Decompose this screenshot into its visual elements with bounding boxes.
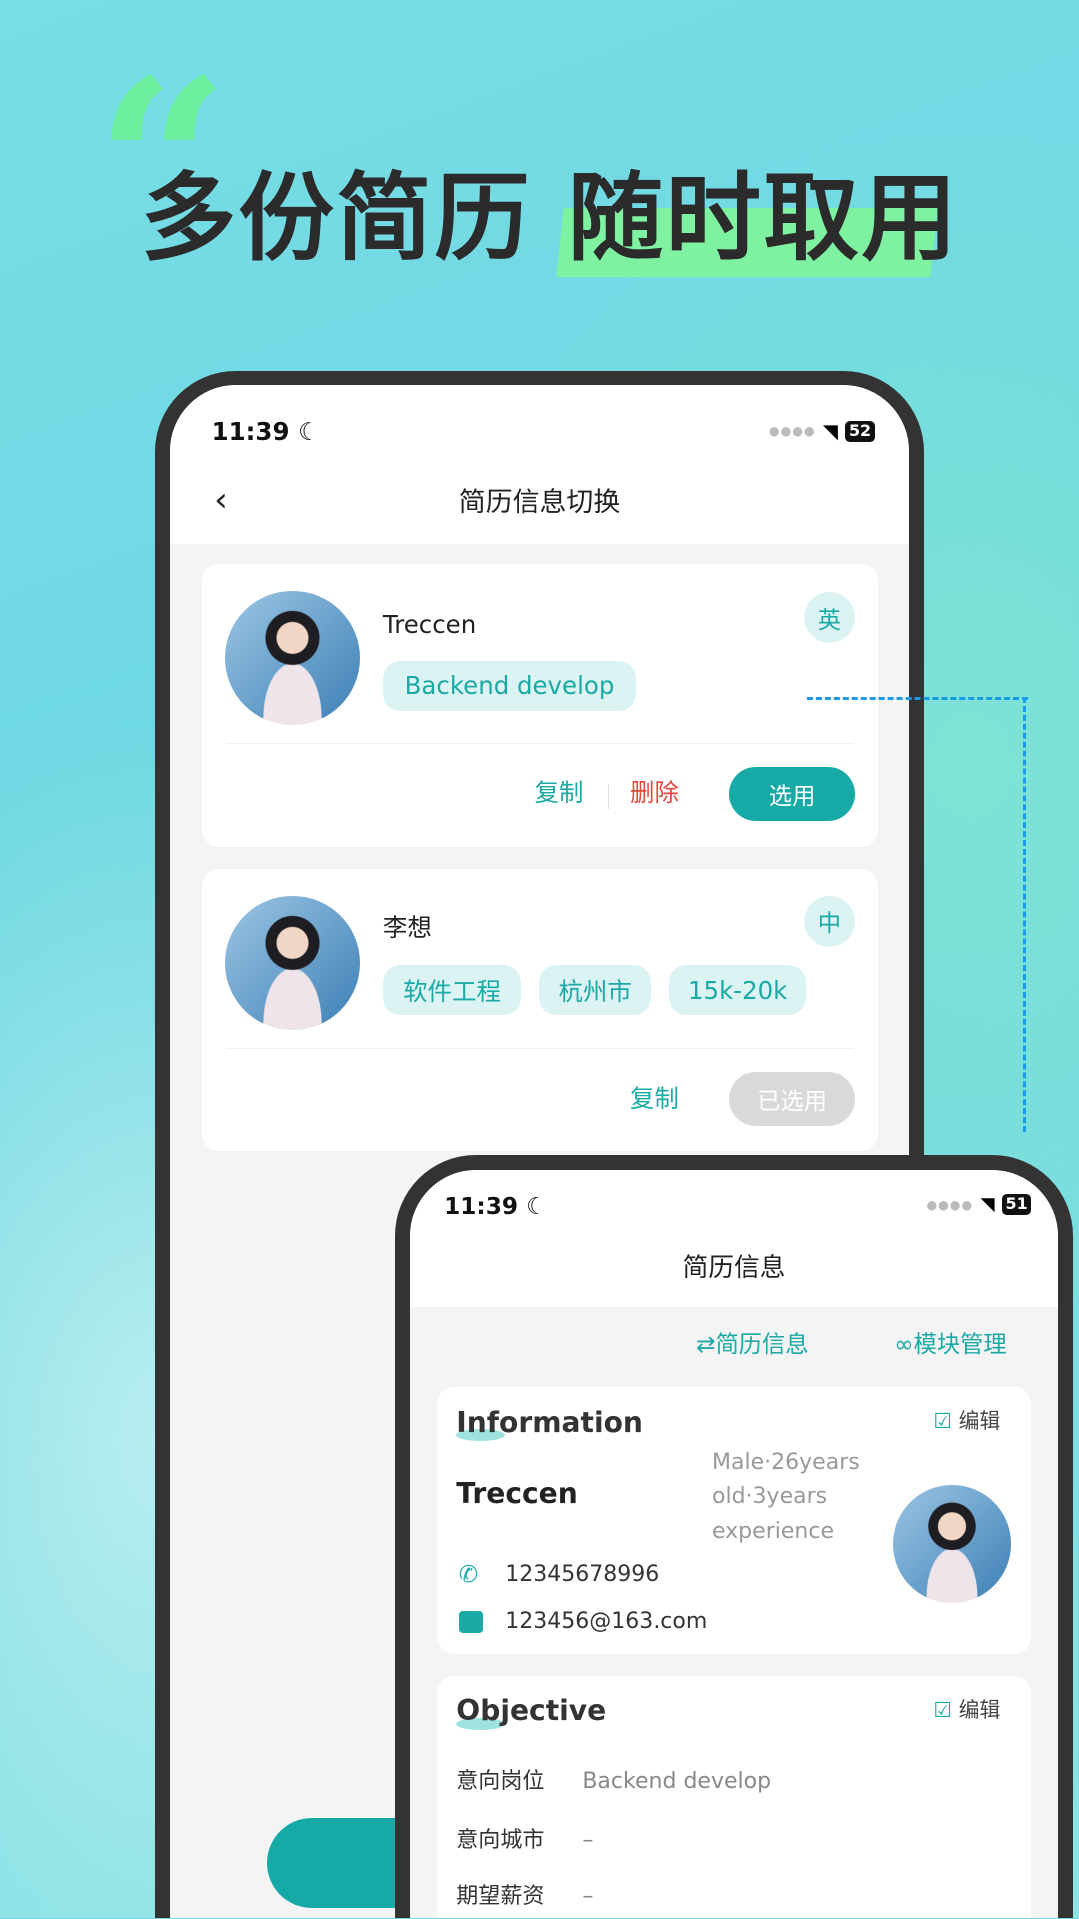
status-time: 11:39 ☾	[212, 417, 320, 446]
resume-name: Treccen	[382, 610, 477, 640]
avatar	[893, 1485, 1011, 1603]
language-badge: 中	[803, 895, 856, 947]
battery-icon: 51	[1001, 1194, 1032, 1215]
time-text: 11:39	[444, 1192, 519, 1220]
edit-button[interactable]: ☑ 编辑	[933, 1698, 1000, 1723]
meta-line: experience	[711, 1518, 835, 1544]
divider	[226, 742, 854, 744]
field-value: –	[582, 1827, 594, 1853]
edit-icon: ☑	[933, 1409, 953, 1434]
page-title: 简历信息	[682, 1252, 786, 1283]
resume-info-link[interactable]: ⇄简历信息	[696, 1331, 808, 1359]
avatar	[225, 590, 360, 726]
module-manage-link[interactable]: ∞模块管理	[894, 1331, 1006, 1359]
candidate-meta: Male·26years old·3years experience	[712, 1446, 860, 1549]
time-text: 11:39	[211, 417, 290, 447]
resume-name: 李想	[382, 912, 432, 942]
section-heading: Objective	[456, 1694, 607, 1728]
phone-icon: ✆	[458, 1561, 479, 1589]
field-label: 期望薪资	[456, 1884, 545, 1909]
headline: 多份简历 随时取用	[141, 161, 960, 276]
edit-button[interactable]: ☑ 编辑	[933, 1409, 1000, 1434]
edit-label: 编辑	[958, 1409, 1001, 1434]
module-manage-label: 模块管理	[913, 1331, 1007, 1359]
meta-line: Male·26years	[711, 1450, 860, 1476]
screen: 11:39 ☾ ●●●● ◥ 51 简历信息 ⇄简历信息 ∞模块管理 Informa…	[409, 1169, 1059, 1919]
copy-button[interactable]: 复制	[630, 1084, 679, 1113]
candidate-name: Treccen	[456, 1476, 578, 1510]
language-badge: 英	[803, 592, 856, 644]
tag: Backend develop	[382, 660, 637, 711]
field-label: 意向岗位	[456, 1769, 545, 1794]
tag: 软件工程	[382, 965, 522, 1016]
resume-info-label: 简历信息	[715, 1331, 809, 1359]
edit-icon: ☑	[933, 1698, 953, 1723]
email: 123456@163.com	[505, 1608, 708, 1634]
connector-line	[1022, 697, 1026, 1132]
switch-icon: ⇄	[696, 1331, 716, 1359]
divider	[226, 1048, 854, 1050]
copy-button[interactable]: 复制	[535, 778, 584, 807]
field-label: 意向城市	[456, 1827, 545, 1853]
moon-icon: ☾	[526, 1192, 547, 1220]
wifi-icon: ◥	[980, 1194, 995, 1215]
tag: 杭州市	[539, 965, 651, 1016]
section-heading: Information	[456, 1405, 643, 1439]
objective-card: Objective ☑ 编辑 意向岗位 Backend develop 意向城市…	[436, 1676, 1032, 1919]
signal-icon: ●●●●	[768, 424, 816, 439]
select-button[interactable]: 选用	[729, 767, 856, 821]
signal-icon: ●●●●	[926, 1197, 974, 1212]
nav-bar: ‹ 简历信息切换	[170, 477, 909, 545]
headline-part2: 随时取用	[567, 162, 960, 275]
phone-number: 12345678996	[505, 1562, 660, 1588]
page-title: 简历信息切换	[458, 486, 621, 518]
status-icons: ●●●● ◥ 51	[926, 1194, 1032, 1215]
status-icons: ●●●● ◥ 52	[769, 420, 875, 443]
moon-icon: ☾	[297, 417, 320, 447]
nav-bar: 简历信息	[409, 1242, 1059, 1307]
resume-card[interactable]: 李想 软件工程 杭州市 15k-20k 中 复制 已选用	[201, 868, 879, 1152]
promo-canvas: “ 多份简历 随时取用 11:39 ☾ ●●●● ◥ 52 ‹ 简历信息切换 Tre…	[0, 0, 1079, 1919]
divider	[607, 784, 609, 809]
avatar	[225, 895, 360, 1031]
status-time: 11:39 ☾	[444, 1193, 547, 1220]
connector-line	[807, 697, 1028, 701]
modules-icon: ∞	[894, 1331, 914, 1359]
meta-line: old·3years	[711, 1484, 828, 1510]
delete-button[interactable]: 删除	[630, 778, 679, 807]
wifi-icon: ◥	[822, 419, 838, 443]
field-value: –	[582, 1884, 594, 1909]
tag: 15k-20k	[669, 965, 807, 1016]
headline-part1: 多份简历	[140, 162, 533, 275]
battery-icon: 52	[845, 420, 875, 442]
information-card: Information ☑ 编辑 Treccen Male·26years ol…	[436, 1387, 1032, 1654]
selected-button: 已选用	[729, 1071, 856, 1126]
edit-label: 编辑	[958, 1698, 1001, 1723]
phone-resume-info: 11:39 ☾ ●●●● ◥ 51 简历信息 ⇄简历信息 ∞模块管理 Informa…	[395, 1154, 1073, 1919]
email-icon	[458, 1611, 484, 1634]
resume-card[interactable]: Treccen Backend develop 英 复制 删除 选用	[201, 563, 879, 847]
field-value: Backend develop	[582, 1769, 772, 1794]
